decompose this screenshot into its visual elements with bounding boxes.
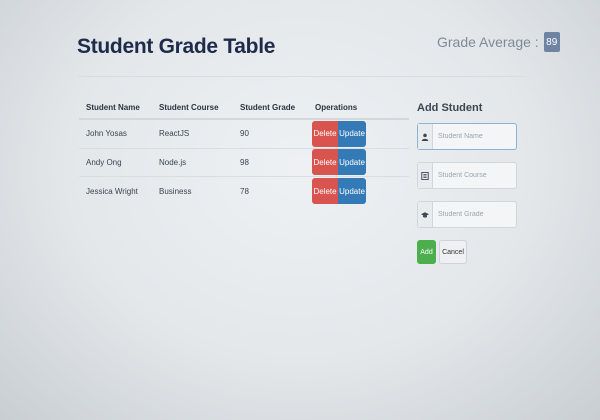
table-header: Student Name Student Course Student Grad… — [79, 96, 409, 120]
add-student-title: Add Student — [417, 102, 483, 114]
header-divider — [78, 76, 525, 77]
update-button[interactable]: Update — [338, 178, 366, 205]
row-operations: Delete Update — [308, 120, 408, 147]
delete-button[interactable]: Delete — [312, 120, 338, 147]
header-operations: Operations — [315, 102, 358, 112]
student-grade-input[interactable] — [433, 202, 516, 227]
table-row: Jessica Wright Business 78 Delete Update — [79, 177, 409, 206]
grade-average: Grade Average : 89 — [437, 32, 560, 52]
student-grade-field — [417, 201, 517, 228]
grade-table: Student Name Student Course Student Grad… — [79, 96, 409, 206]
grade-average-label: Grade Average : — [437, 34, 539, 50]
student-course-field — [417, 162, 517, 189]
student-grade: 98 — [240, 157, 249, 167]
student-course-input[interactable] — [433, 163, 516, 188]
student-course: ReactJS — [159, 129, 190, 139]
student-grade: 78 — [240, 186, 249, 196]
row-operations: Delete Update — [308, 149, 408, 176]
graduation-cap-icon — [418, 202, 433, 227]
student-course: Node.js — [159, 157, 187, 167]
header-student-grade: Student Grade — [240, 102, 296, 112]
table-row: John Yosas ReactJS 90 Delete Update — [79, 120, 409, 149]
table-row: Andy Ong Node.js 98 Delete Update — [79, 149, 409, 177]
update-button[interactable]: Update — [338, 149, 366, 176]
add-button[interactable]: Add — [417, 240, 436, 264]
delete-button[interactable]: Delete — [312, 178, 338, 205]
student-course: Business — [159, 186, 192, 196]
grade-average-badge: 89 — [543, 32, 560, 52]
page-title: Student Grade Table — [77, 35, 276, 58]
header-student-name: Student Name — [86, 102, 140, 112]
student-name: John Yosas — [86, 129, 127, 139]
header-student-course: Student Course — [159, 102, 219, 112]
cancel-button[interactable]: Cancel — [439, 240, 467, 264]
student-name: Andy Ong — [86, 157, 122, 167]
student-grade: 90 — [240, 129, 249, 139]
row-operations: Delete Update — [308, 178, 408, 205]
student-name-input[interactable] — [433, 124, 516, 149]
form-actions: Add Cancel — [417, 240, 467, 264]
student-name: Jessica Wright — [86, 186, 138, 196]
user-icon — [418, 124, 433, 149]
update-button[interactable]: Update — [338, 120, 366, 147]
student-name-field — [417, 123, 517, 150]
delete-button[interactable]: Delete — [312, 149, 338, 176]
page: Student Grade Table Grade Average : 89 S… — [0, 0, 600, 420]
list-alt-icon — [418, 163, 433, 188]
